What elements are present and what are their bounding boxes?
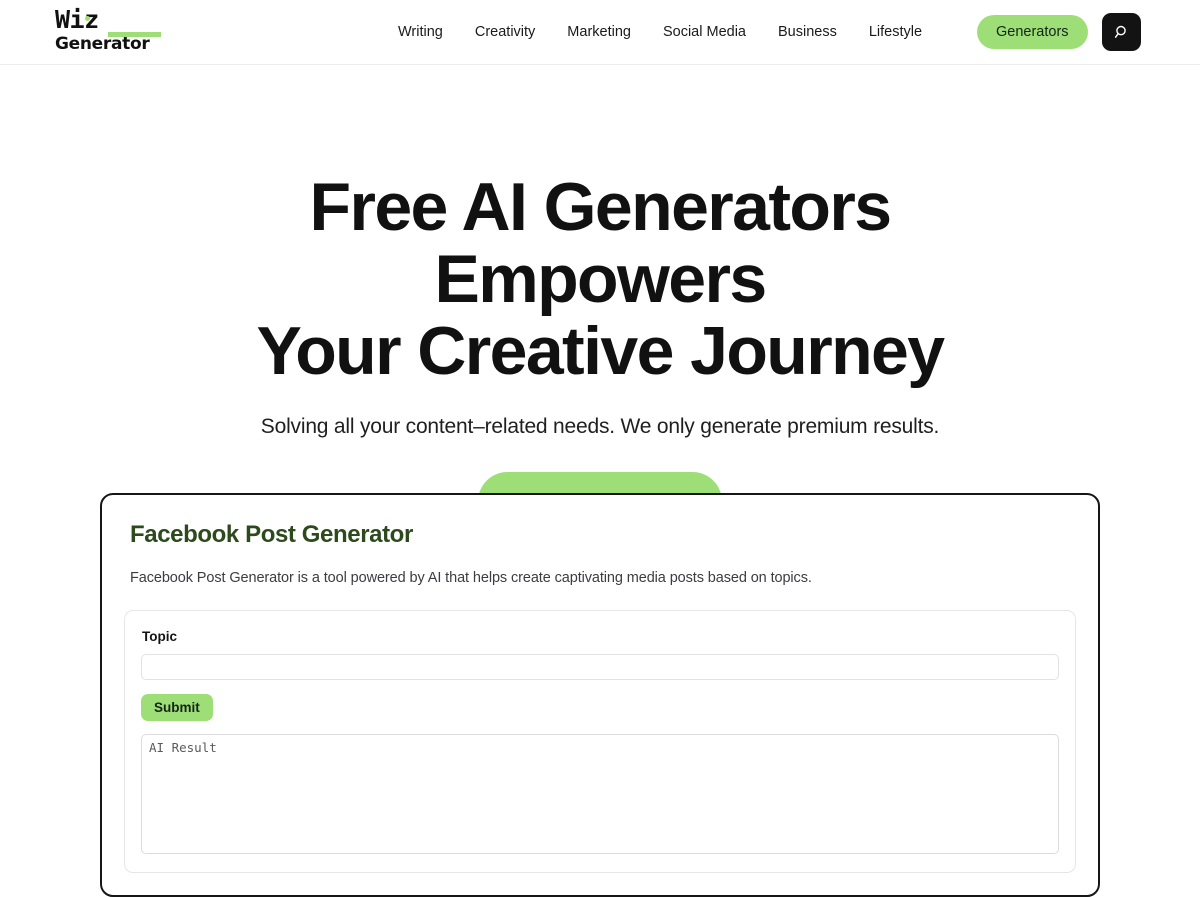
hero-subtitle: Solving all your content–related needs. … [260, 415, 940, 438]
brand-underline-accent [108, 32, 161, 37]
brand-wiz-text: Wiz [55, 5, 99, 34]
generator-form-panel: Topic Submit [124, 610, 1076, 873]
generator-title: Facebook Post Generator [130, 521, 413, 548]
ai-result-textarea[interactable] [141, 734, 1059, 854]
nav-item-marketing[interactable]: Marketing [551, 0, 647, 65]
topic-field-label: Topic [142, 629, 177, 644]
search-button[interactable] [1102, 13, 1141, 51]
search-icon [1114, 24, 1130, 40]
nav-item-writing[interactable]: Writing [398, 0, 459, 65]
nav-item-social-media[interactable]: Social Media [647, 0, 762, 65]
brand-dot-accent [85, 16, 90, 21]
nav-item-business[interactable]: Business [762, 0, 853, 65]
generator-card: Facebook Post Generator Facebook Post Ge… [100, 493, 1100, 897]
site-header: Wiz Generator Writing Creativity Marketi… [0, 0, 1200, 65]
hero-title-line-1: Free AI Generators Empowers [309, 169, 893, 317]
generators-button[interactable]: Generators [977, 15, 1088, 49]
brand-wiz-row: Wiz [55, 7, 161, 37]
page-title: Free AI Generators Empowers Your Creativ… [150, 171, 1050, 387]
hero-title-line-2: Your Creative Journey [256, 313, 946, 389]
brand-logo[interactable]: Wiz Generator [55, 7, 175, 57]
submit-button[interactable]: Submit [141, 694, 213, 721]
brand-generator-text: Generator [55, 34, 150, 54]
nav-item-creativity[interactable]: Creativity [459, 0, 551, 65]
generator-description: Facebook Post Generator is a tool powere… [130, 570, 812, 586]
topic-input[interactable] [141, 654, 1059, 680]
nav-item-lifestyle[interactable]: Lifestyle [853, 0, 938, 65]
main-navigation: Writing Creativity Marketing Social Medi… [398, 0, 938, 65]
hero-section: Free AI Generators Empowers Your Creativ… [0, 65, 1200, 531]
